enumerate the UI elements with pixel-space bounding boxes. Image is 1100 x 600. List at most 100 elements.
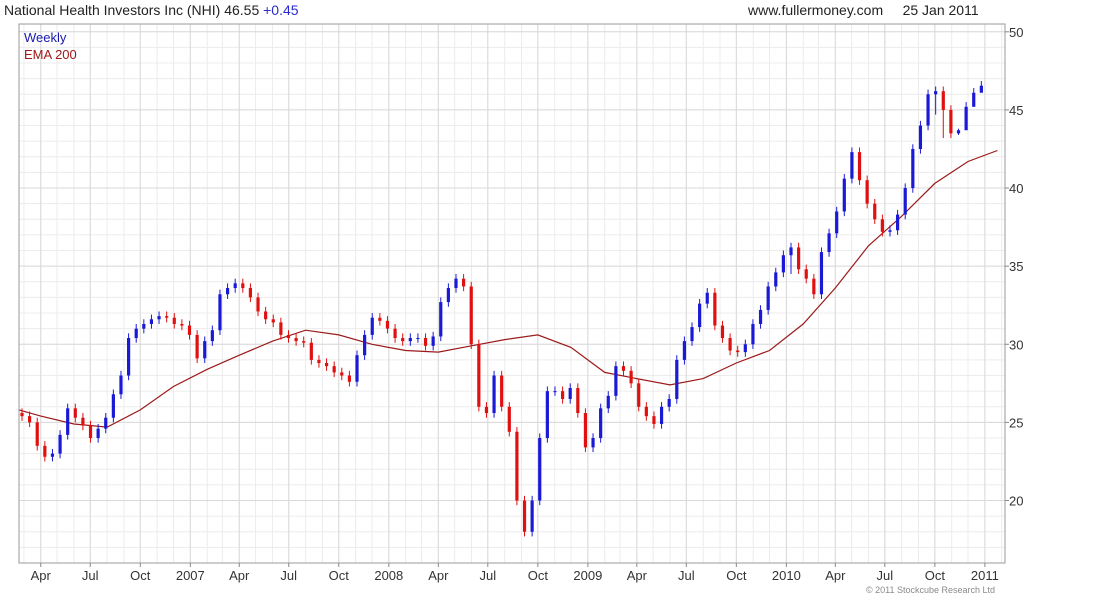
plot-frame — [18, 23, 1006, 564]
candle — [363, 330, 367, 360]
candle-body — [850, 152, 854, 179]
candle-body — [819, 252, 824, 295]
candle-body — [766, 286, 770, 310]
candle — [637, 378, 641, 412]
candle — [492, 370, 496, 418]
candle — [416, 333, 420, 343]
candle — [111, 389, 115, 423]
x-tick-label: Oct — [925, 568, 946, 583]
candle-body — [309, 342, 313, 360]
candle-body — [256, 297, 260, 312]
candle-body — [515, 431, 519, 501]
candle-body — [591, 438, 595, 448]
candle — [233, 278, 237, 293]
candle-body — [218, 294, 222, 331]
x-tick-label: Oct — [528, 568, 549, 583]
candle-body — [484, 406, 489, 414]
candle-body — [781, 255, 785, 273]
candle-body — [720, 325, 725, 339]
candle-body — [96, 428, 100, 439]
x-tick-label: Apr — [229, 568, 250, 583]
candle — [842, 173, 846, 217]
candle — [774, 267, 778, 292]
y-tick-label: 35 — [1009, 259, 1023, 274]
candle-body — [682, 341, 687, 360]
candle-body — [568, 388, 572, 399]
candle-body — [210, 330, 214, 342]
candle — [241, 278, 245, 293]
candle-body — [279, 322, 283, 335]
x-tick-label: Jul — [280, 568, 297, 583]
candle-body — [157, 316, 161, 320]
candle — [423, 333, 428, 351]
candle — [203, 336, 207, 364]
candle-body — [751, 323, 755, 345]
candle — [956, 128, 961, 135]
candle — [50, 448, 55, 462]
candle-body — [347, 375, 351, 382]
candle-body — [705, 292, 709, 304]
candle-body — [758, 309, 763, 324]
y-tick-label: 20 — [1009, 494, 1023, 509]
x-tick-label: Oct — [726, 568, 747, 583]
candle-body — [728, 338, 732, 351]
candle-body — [408, 338, 412, 342]
candle-body — [576, 388, 580, 414]
candle-body — [340, 372, 344, 376]
candle-body — [934, 91, 938, 95]
candle-body — [317, 359, 321, 364]
ema-200-line — [18, 149, 998, 428]
candle-body — [20, 413, 24, 417]
y-tick-label: 25 — [1009, 415, 1023, 430]
x-tick-label: 2011 — [971, 568, 999, 583]
x-tick-label: Jul — [876, 568, 893, 583]
x-tick-label: Apr — [825, 568, 846, 583]
candle-body — [583, 413, 588, 448]
candle — [606, 391, 610, 414]
candle-body — [774, 272, 778, 287]
candle — [797, 242, 801, 274]
candle — [355, 350, 359, 387]
y-tick-label: 40 — [1009, 181, 1023, 196]
candle — [583, 408, 588, 453]
candle-body — [606, 395, 610, 409]
candle-body — [918, 125, 923, 149]
candle-body — [500, 375, 504, 407]
candle — [126, 333, 131, 381]
candle-body — [797, 247, 801, 270]
candle — [857, 147, 862, 185]
candle — [576, 383, 580, 418]
candle-body — [355, 355, 359, 382]
candle-body — [857, 152, 862, 181]
candle-body — [652, 416, 656, 424]
candle — [500, 370, 504, 412]
legend-ema: EMA 200 — [24, 47, 77, 62]
candle-body — [225, 288, 230, 295]
ema-layer — [18, 149, 998, 428]
candle-body — [294, 338, 298, 342]
candle — [713, 288, 717, 331]
candle-body — [370, 317, 374, 335]
candle — [462, 273, 466, 292]
candle-body — [35, 422, 39, 446]
candle-body — [233, 283, 237, 289]
candle — [439, 297, 443, 342]
candle — [835, 206, 839, 239]
x-tick-label: Apr — [428, 568, 449, 583]
candle-body — [629, 370, 633, 384]
x-tick-label: Oct — [329, 568, 350, 583]
candle — [248, 283, 253, 303]
candle — [149, 314, 154, 329]
candle — [873, 198, 877, 224]
stock-chart: 20 25 30 35 40 45 50 Apr Jul Oct 2007 Apr Jul Oct 2008… — [18, 23, 1023, 583]
candle-body — [895, 214, 900, 231]
candle-body — [439, 302, 443, 337]
candle-body — [812, 278, 816, 295]
candle-body — [873, 203, 877, 220]
candle-body — [241, 283, 245, 289]
candle — [979, 81, 983, 93]
candle — [698, 298, 702, 332]
candle — [865, 175, 869, 209]
candle — [827, 228, 831, 257]
candle — [720, 320, 725, 343]
